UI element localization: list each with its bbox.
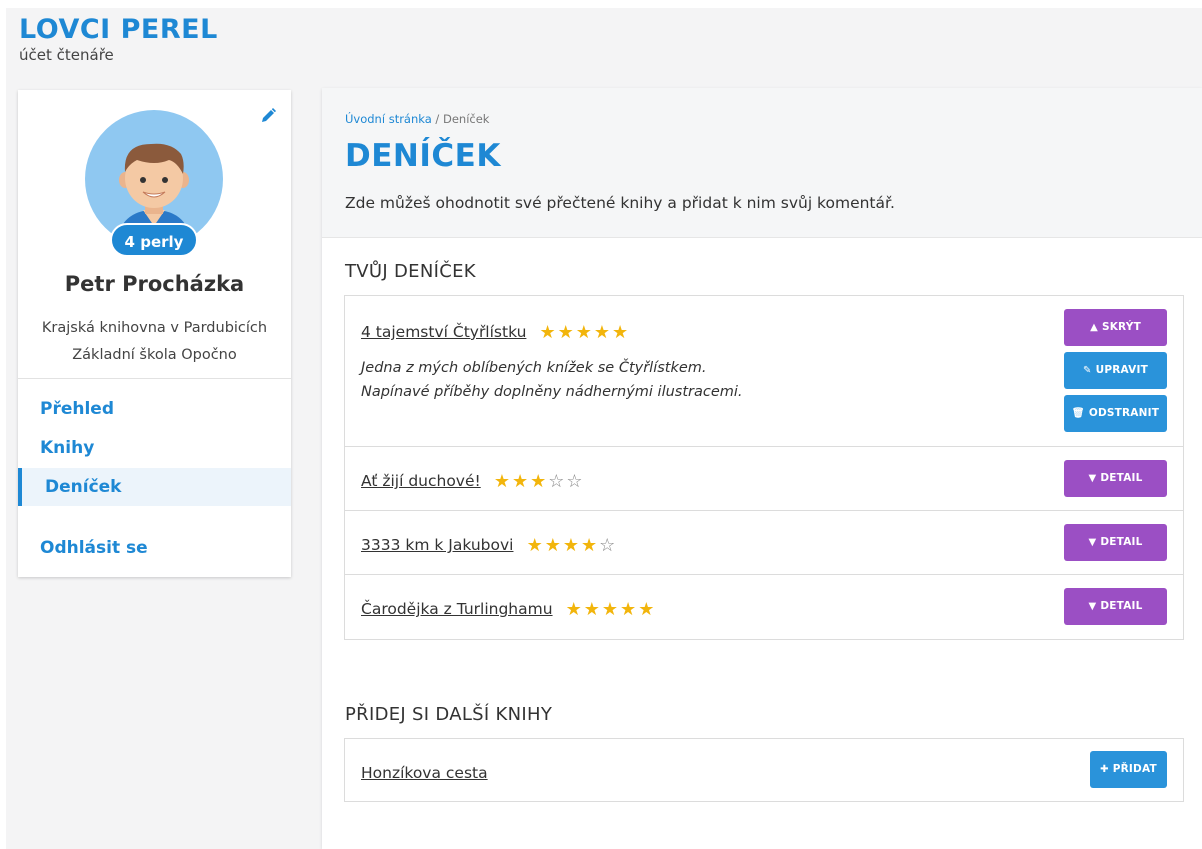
diary-entry: Ať žijí duchové! ★★★☆☆ ▼ DETAIL [345,447,1183,511]
delete-button[interactable]: 🗑 ODSTRANIT [1064,395,1167,432]
plus-icon: ✚ [1100,764,1109,775]
diary-entry: 3333 km k Jakubovi ★★★★☆ ▼ DETAIL [345,511,1183,575]
star-empty-icon: ☆ [599,535,618,556]
book-title-link[interactable]: 3333 km k Jakubovi [361,536,513,554]
chevron-down-icon: ▼ [1088,601,1097,612]
main-content: Úvodní stránka / Deníček DENÍČEK Zde můž… [322,88,1202,849]
book-title-link[interactable]: 4 tajemství Čtyřlístku [361,323,526,341]
edit-icon: ✎ [1083,365,1092,376]
add-button[interactable]: ✚ PŘIDAT [1090,751,1167,788]
diary-entry: Čarodějka z Turlinghamu ★★★★★ ▼ DETAIL [345,575,1183,639]
school-name: Základní škola Opočno [72,347,237,363]
diary-entry: 4 tajemství Čtyřlístku ★★★★★ Jedna z mýc… [345,296,1183,447]
rating-stars: ★★★★★ [540,322,631,343]
breadcrumb-separator: / [431,112,443,126]
book-item: Honzíkova cesta ✚ PŘIDAT [345,739,1183,801]
star-full-icon: ★★★ [493,471,549,492]
book-title-link[interactable]: Ať žijí duchové! [361,472,481,490]
nav-item-diary[interactable]: Deníček [18,468,291,506]
book-comment: Jedna z mých oblíbených knížek se Čtyřlí… [361,356,743,404]
library-name: Krajská knihovna v Pardubicích [41,320,268,336]
brand-title: LOVCI PEREL [19,14,218,45]
pencil-icon[interactable] [259,107,277,125]
rating-stars: ★★★★☆ [527,535,618,556]
detail-button[interactable]: ▼ DETAIL [1064,588,1167,625]
detail-button[interactable]: ▼ DETAIL [1064,524,1167,561]
chevron-up-icon: ▲ [1090,322,1098,333]
profile-sidebar: 4 perly Petr Procházka Krajská knihovna … [18,90,291,577]
add-books-section-title: PŘIDEJ SI DALŠÍ KNIHY [345,704,553,725]
page-header: Úvodní stránka / Deníček DENÍČEK Zde můž… [322,88,1202,238]
brand-subtitle: účet čtenáře [19,46,114,64]
user-affiliation: Krajská knihovna v Pardubicích Základní … [18,315,291,369]
nav-item-logout[interactable]: Odhlásit se [18,529,291,567]
chevron-down-icon: ▼ [1088,473,1097,484]
sidebar-divider [18,378,291,379]
chevron-down-icon: ▼ [1088,537,1097,548]
user-name: Petr Procházka [64,272,245,296]
star-full-icon: ★★★★★ [539,322,631,343]
page-title: DENÍČEK [345,138,501,174]
hide-button[interactable]: ▲ SKRÝT [1064,309,1167,346]
add-books-list: Honzíkova cesta ✚ PŘIDAT [344,738,1184,802]
rating-stars: ★★★☆☆ [494,471,585,492]
nav-item-overview[interactable]: Přehled [18,390,291,428]
trash-icon: 🗑 [1071,408,1085,419]
breadcrumb-current: Deníček [442,112,490,126]
nav-item-books[interactable]: Knihy [18,429,291,467]
book-title-link[interactable]: Čarodějka z Turlinghamu [361,600,553,618]
star-empty-icon: ☆☆ [548,471,585,492]
book-title-link[interactable]: Honzíkova cesta [361,764,488,782]
breadcrumb-home-link[interactable]: Úvodní stránka [345,112,432,126]
star-full-icon: ★★★★ [526,535,600,556]
comment-line: Jedna z mých oblíbených knížek se Čtyřlí… [361,360,707,376]
brand: LOVCI PEREL účet čtenáře [19,14,218,64]
page-description: Zde můžeš ohodnotit své přečtené knihy a… [345,194,895,212]
rating-stars: ★★★★★ [566,599,657,620]
pearls-badge: 4 perly [110,223,198,257]
breadcrumb: Úvodní stránka / Deníček [345,112,489,126]
diary-list: 4 tajemství Čtyřlístku ★★★★★ Jedna z mýc… [344,295,1184,640]
star-full-icon: ★★★★★ [565,599,657,620]
detail-button[interactable]: ▼ DETAIL [1064,460,1167,497]
comment-line: Napínavé příběhy doplněny nádhernými ilu… [361,384,743,400]
edit-button[interactable]: ✎ UPRAVIT [1064,352,1167,389]
diary-section-title: TVŮJ DENÍČEK [345,261,476,282]
